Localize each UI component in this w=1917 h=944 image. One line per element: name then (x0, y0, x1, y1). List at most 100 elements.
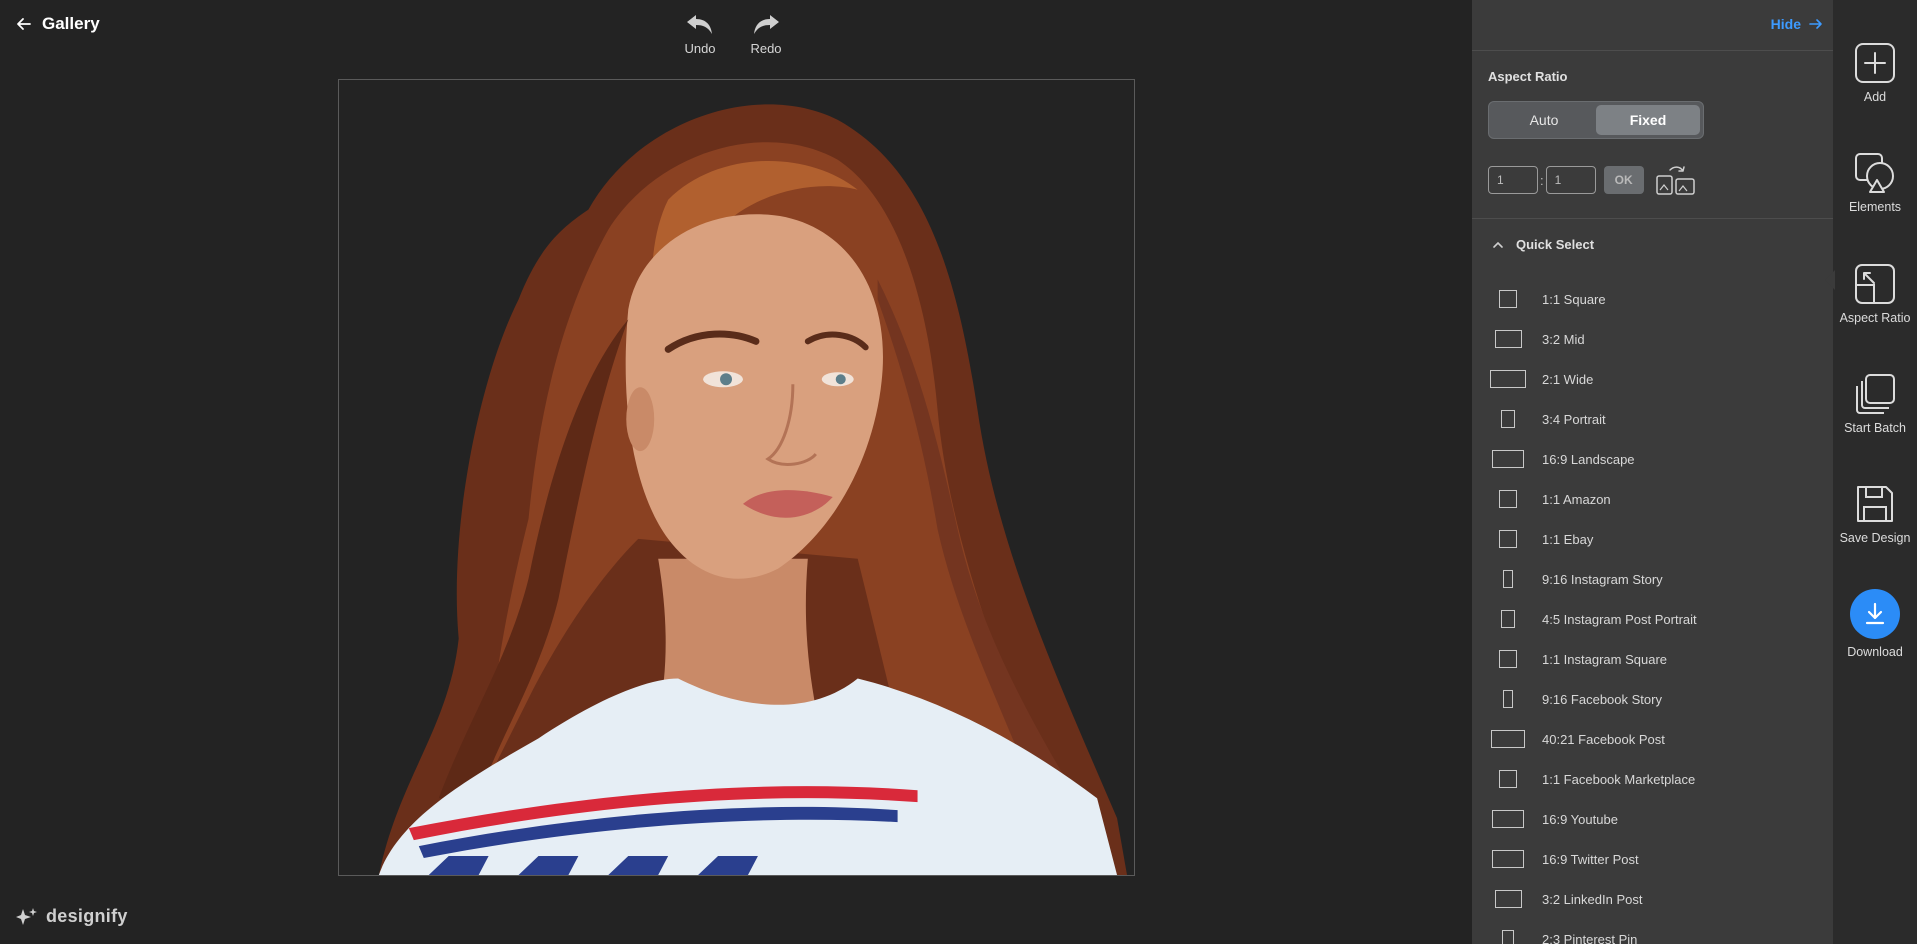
elements-button[interactable]: Elements (1833, 152, 1917, 214)
undo-button[interactable]: Undo (680, 12, 720, 56)
preset-item[interactable]: 1:1 Instagram Square (1488, 639, 1818, 679)
ratio-height-input[interactable] (1545, 166, 1596, 194)
preset-shape-wrap (1488, 850, 1528, 868)
aspect-shape-icon (1492, 810, 1524, 828)
preset-shape-wrap (1488, 930, 1528, 944)
sparkle-logo-icon (16, 907, 37, 925)
aspect-shape-icon (1499, 290, 1517, 308)
arrow-right-icon (1809, 19, 1822, 29)
canvas-image (378, 104, 1128, 875)
aspect-shape-icon (1499, 770, 1517, 788)
preset-shape-wrap (1488, 690, 1528, 708)
swap-orientation-icon[interactable] (1655, 164, 1696, 196)
preset-shape-wrap (1488, 450, 1528, 468)
preset-shape-wrap (1488, 770, 1528, 788)
preset-item[interactable]: 16:9 Twitter Post (1488, 839, 1818, 879)
aspect-shape-icon (1492, 850, 1524, 868)
redo-icon (754, 15, 779, 34)
preset-label: 40:21 Facebook Post (1542, 731, 1665, 747)
add-label: Add (1863, 90, 1887, 104)
custom-ratio-row: : OK (1488, 164, 1696, 196)
designify-logo: designify (16, 906, 128, 927)
download-circle (1850, 589, 1900, 639)
design-canvas[interactable] (338, 79, 1135, 876)
preset-item[interactable]: 3:2 LinkedIn Post (1488, 879, 1818, 919)
panel-divider-mid (1472, 218, 1833, 219)
preset-list: 1:1 Square 3:2 Mid 2:1 Wide 3:4 Portrait 16:… (1488, 279, 1818, 944)
preset-label: 16:9 Youtube (1542, 811, 1618, 827)
aspect-shape-icon (1503, 690, 1513, 708)
preset-item[interactable]: 40:21 Facebook Post (1488, 719, 1818, 759)
save-design-button[interactable]: Save Design (1833, 483, 1917, 545)
aspect-shape-icon (1494, 890, 1522, 908)
preset-item[interactable]: 3:2 Mid (1488, 319, 1818, 359)
preset-item[interactable]: 9:16 Facebook Story (1488, 679, 1818, 719)
add-button[interactable]: Add (1833, 42, 1917, 104)
preset-label: 16:9 Landscape (1542, 451, 1635, 467)
ratio-width-input[interactable] (1488, 166, 1538, 194)
save-design-label: Save Design (1839, 531, 1911, 545)
preset-shape-wrap (1488, 370, 1528, 388)
ratio-ok-button[interactable]: OK (1603, 166, 1644, 194)
quick-select-toggle[interactable]: Quick Select (1492, 237, 1594, 252)
preset-item[interactable]: 16:9 Youtube (1488, 799, 1818, 839)
aspect-mode-toggle: Auto Fixed (1488, 101, 1704, 139)
aspect-ratio-icon (1855, 264, 1895, 304)
elements-label: Elements (1848, 200, 1902, 214)
redo-label: Redo (750, 41, 782, 56)
chevron-up-icon (1493, 241, 1503, 248)
preset-label: 2:1 Wide (1542, 371, 1594, 387)
preset-shape-wrap (1488, 730, 1528, 748)
redo-button[interactable]: Redo (746, 12, 786, 56)
aspect-shape-icon (1499, 530, 1517, 548)
preset-label: 4:5 Instagram Post Portrait (1542, 611, 1697, 627)
preset-item[interactable]: 3:4 Portrait (1488, 399, 1818, 439)
preset-label: 9:16 Facebook Story (1542, 691, 1662, 707)
preset-shape-wrap (1488, 410, 1528, 428)
preset-label: 16:9 Twitter Post (1542, 851, 1639, 867)
aspect-shape-icon (1490, 370, 1526, 388)
preset-item[interactable]: 1:1 Square (1488, 279, 1818, 319)
panel-divider-top (1472, 50, 1833, 51)
preset-label: 1:1 Square (1542, 291, 1606, 307)
preset-item[interactable]: 9:16 Instagram Story (1488, 559, 1818, 599)
preset-item[interactable]: 4:5 Instagram Post Portrait (1488, 599, 1818, 639)
batch-icon (1856, 374, 1895, 414)
preset-label: 3:2 LinkedIn Post (1542, 891, 1643, 907)
aspect-ratio-button[interactable]: Aspect Ratio (1833, 263, 1917, 325)
preset-label: 1:1 Ebay (1542, 531, 1594, 547)
back-label: Gallery (42, 14, 100, 33)
aspect-shape-icon (1492, 450, 1524, 468)
hide-label: Hide (1770, 16, 1801, 32)
hide-panel-button[interactable]: Hide (1771, 16, 1823, 32)
preset-shape-wrap (1488, 650, 1528, 668)
preset-shape-wrap (1488, 610, 1528, 628)
undo-icon (687, 15, 712, 34)
preset-label: 2:3 Pinterest Pin (1542, 931, 1638, 944)
aspect-ratio-title: Aspect Ratio (1488, 69, 1568, 84)
preset-label: 1:1 Instagram Square (1542, 651, 1668, 667)
preset-label: 1:1 Facebook Marketplace (1542, 771, 1696, 787)
preset-item[interactable]: 2:1 Wide (1488, 359, 1818, 399)
preset-shape-wrap (1488, 290, 1528, 308)
preset-shape-wrap (1488, 330, 1528, 348)
toggle-fixed[interactable]: Fixed (1596, 105, 1700, 135)
back-to-gallery-button[interactable]: Gallery (16, 14, 100, 34)
start-batch-button[interactable]: Start Batch (1833, 373, 1917, 435)
preset-item[interactable]: 1:1 Ebay (1488, 519, 1818, 559)
toggle-auto[interactable]: Auto (1492, 105, 1596, 135)
preset-label: 9:16 Instagram Story (1542, 571, 1663, 587)
preset-shape-wrap (1488, 490, 1528, 508)
download-label: Download (1847, 645, 1903, 659)
undo-label: Undo (684, 41, 716, 56)
aspect-ratio-panel: Hide Aspect Ratio Auto Fixed : OK Quick … (1472, 0, 1833, 944)
aspect-shape-icon (1501, 610, 1515, 628)
add-icon (1855, 43, 1895, 83)
download-button[interactable]: Download (1833, 589, 1917, 659)
preset-label: 3:2 Mid (1542, 331, 1585, 347)
preset-item[interactable]: 2:3 Pinterest Pin (1488, 919, 1818, 944)
preset-item[interactable]: 1:1 Amazon (1488, 479, 1818, 519)
logo-text: designify (46, 906, 128, 926)
preset-item[interactable]: 1:1 Facebook Marketplace (1488, 759, 1818, 799)
preset-item[interactable]: 16:9 Landscape (1488, 439, 1818, 479)
